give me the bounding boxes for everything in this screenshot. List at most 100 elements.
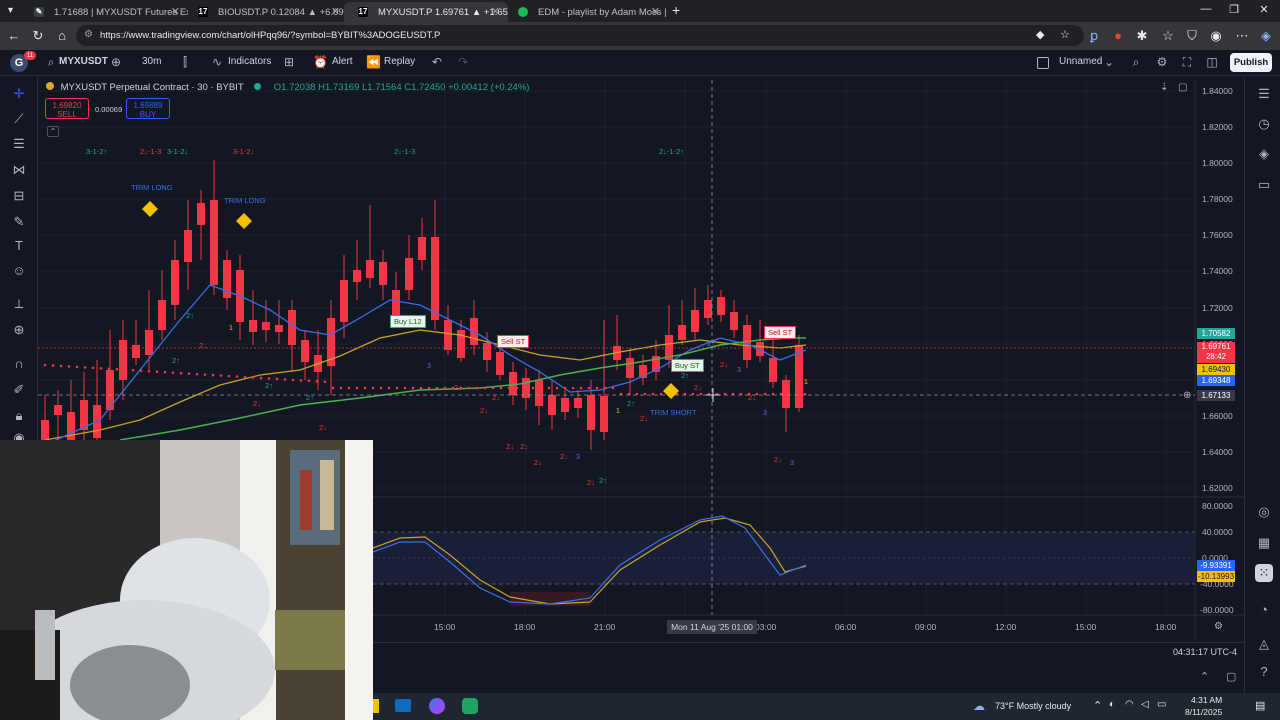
tab-search-icon[interactable]: ▾	[8, 5, 13, 16]
lock-icon[interactable]: 🔒︎	[10, 407, 28, 425]
reload-icon[interactable]: ↻	[30, 28, 46, 44]
chat-icon[interactable]: ▭	[1255, 176, 1273, 194]
favorites-icon[interactable]: ☆	[1160, 28, 1176, 44]
legend-title[interactable]: MYXUSDT Perpetual Contract · 30 · BYBIT	[61, 82, 244, 93]
signal-marker: 3	[763, 408, 767, 417]
tag-icon[interactable]: ◆	[1036, 28, 1044, 41]
maximize-panel-icon[interactable]: ▢	[1226, 670, 1236, 683]
ideas-icon[interactable]: ◔	[1255, 601, 1273, 619]
copilot-icon[interactable]: ◈	[1258, 28, 1274, 44]
back-icon[interactable]: ←	[6, 28, 22, 44]
home-icon[interactable]: ⌂	[54, 28, 70, 44]
search-icon[interactable]: ⌕	[44, 55, 58, 69]
alert-button[interactable]: Alert	[332, 56, 353, 67]
maximize-icon[interactable]: ❐	[1220, 3, 1248, 16]
settings-gear-icon[interactable]: ⚙	[1155, 55, 1169, 69]
supertrend-dot	[243, 375, 247, 379]
redo-icon[interactable]: ↷	[456, 55, 470, 69]
help-icon[interactable]: ?	[1255, 663, 1273, 681]
file-explorer-icon[interactable]	[373, 699, 379, 713]
zoom-in-icon[interactable]: ⊕	[10, 321, 28, 339]
notifications-bell-icon[interactable]: ◬	[1255, 635, 1273, 653]
emoji-icon[interactable]: ☺	[10, 262, 28, 280]
scroll-down-icon[interactable]: ⇣	[1160, 82, 1168, 93]
candle-type-icon[interactable]: ⫿	[178, 55, 192, 69]
replay-icon[interactable]: ⏪	[366, 55, 381, 69]
extensions-puzzle-icon[interactable]: ✱	[1134, 28, 1150, 44]
site-info-icon[interactable]: ⚙	[84, 29, 93, 40]
maximize-pane-icon[interactable]: ▢	[1178, 82, 1187, 93]
battery-icon[interactable]: ▭	[1157, 699, 1166, 710]
tray-app-icon[interactable]: ◐	[1109, 699, 1115, 710]
apps-grid-icon[interactable]: ⁙	[1255, 564, 1273, 582]
speaker-icon[interactable]: ◁	[1141, 699, 1149, 710]
new-tab-button[interactable]: +	[672, 2, 680, 18]
tray-chevron-icon[interactable]: ⌃	[1093, 699, 1102, 712]
replay-button[interactable]: Replay	[384, 56, 415, 67]
pitchfork-icon[interactable]: ⋈	[10, 161, 28, 179]
symbol-search[interactable]: MYXUSDT	[59, 56, 108, 67]
shield-icon[interactable]: ⛉	[1184, 28, 1200, 44]
browser-tab[interactable]: ✎ 1.71688 | MYXUSDT Futures Exch ✕	[20, 2, 188, 22]
quick-search-icon[interactable]: ⌕	[1129, 55, 1143, 69]
profile-icon[interactable]: ◉	[1208, 28, 1224, 44]
camera-icon[interactable]: ◫	[1205, 55, 1219, 69]
fullscreen-icon[interactable]: ⛶	[1180, 55, 1194, 69]
collapse-panel-icon[interactable]: ⌃	[1200, 670, 1209, 683]
magnet-icon[interactable]: ∩	[10, 355, 28, 373]
taskbar-time[interactable]: 4:31 AM	[1191, 695, 1222, 705]
text-tool-icon[interactable]: T	[10, 237, 28, 255]
layout-name[interactable]: Unnamed	[1059, 56, 1102, 67]
indicators-button[interactable]: Indicators	[228, 56, 271, 67]
notification-icon[interactable]: ▤	[1255, 699, 1265, 712]
browser-tab[interactable]: EDM - playlist by Adam Moss | Sp ✕	[504, 2, 668, 22]
alerts-clock-icon[interactable]: ◷	[1255, 115, 1273, 133]
templates-grid-icon[interactable]: ⊞	[282, 55, 296, 69]
horizontal-lines-icon[interactable]: ☰	[10, 135, 28, 153]
browser-tab-active[interactable]: 17 MYXUSDT.P 1.69761 ▲ +1.65% Un ✕	[344, 2, 508, 22]
calendar-icon[interactable]: ▦	[1255, 534, 1273, 552]
interval-selector[interactable]: 30m	[142, 56, 161, 67]
wifi-icon[interactable]: ◠	[1125, 699, 1134, 710]
lock-drawings-icon[interactable]: ✐	[10, 381, 28, 399]
crosshair-icon[interactable]: ✛	[10, 85, 28, 103]
menu-dots-icon[interactable]: ⋯	[1234, 28, 1250, 44]
brush-icon[interactable]: ✎	[10, 213, 28, 231]
target-icon[interactable]: ◎	[1255, 503, 1273, 521]
close-window-icon[interactable]: ✕	[1250, 3, 1278, 16]
publish-button[interactable]: Publish	[1230, 53, 1272, 72]
extension-icon[interactable]: ꝑ	[1086, 28, 1102, 44]
weather-cloud-icon[interactable]: ☁	[973, 699, 985, 713]
close-tab-icon[interactable]: ✕	[331, 5, 340, 18]
layers-icon[interactable]: ◈	[1255, 145, 1273, 163]
close-tab-icon[interactable]: ✕	[651, 5, 660, 18]
fib-icon[interactable]: ⊟	[10, 187, 28, 205]
taskbar-date[interactable]: 8/11/2025	[1185, 707, 1222, 717]
axis-settings-icon[interactable]: ⚙	[1214, 621, 1223, 632]
compare-plus-icon[interactable]: ⊕	[109, 55, 123, 69]
mail-icon[interactable]	[395, 699, 411, 712]
layout-checkbox-icon[interactable]	[1037, 57, 1049, 69]
bookmark-star-icon[interactable]: ☆	[1060, 28, 1070, 41]
buy-button[interactable]: 1.69889 BUY	[126, 98, 170, 119]
alert-clock-icon[interactable]: ⏰	[313, 55, 328, 69]
close-tab-icon[interactable]: ✕	[491, 5, 500, 18]
edge-browser-icon[interactable]	[429, 698, 445, 714]
indicators-icon[interactable]: ∿	[210, 55, 224, 69]
sell-button[interactable]: 1.69820 SELL	[45, 98, 89, 119]
ruler-icon[interactable]: ⟂	[10, 295, 28, 313]
add-alert-plus-icon[interactable]: ⊕	[1183, 390, 1191, 401]
trendline-icon[interactable]: ⟋	[10, 110, 28, 128]
undo-icon[interactable]: ↶	[430, 55, 444, 69]
close-tab-icon[interactable]: ✕	[171, 5, 180, 18]
collapse-legend-icon[interactable]: ⌃	[47, 126, 59, 137]
watchlist-icon[interactable]: ☰	[1255, 85, 1273, 103]
app-icon[interactable]	[462, 698, 478, 714]
address-bar[interactable]: ⚙ https://www.tradingview.com/chart/olHP…	[76, 25, 1084, 46]
clock[interactable]: 04:31:17 UTC-4	[1173, 647, 1237, 657]
weather-text[interactable]: 73°F Mostly cloudy	[995, 701, 1071, 711]
minimize-icon[interactable]: —	[1192, 3, 1220, 15]
chevron-down-icon[interactable]: ⌄	[1102, 55, 1116, 69]
browser-tab[interactable]: 17 BIOUSDT.P 0.12084 ▲ +6.09% Un ✕	[184, 2, 348, 22]
extension-icon[interactable]: ●	[1110, 28, 1126, 44]
